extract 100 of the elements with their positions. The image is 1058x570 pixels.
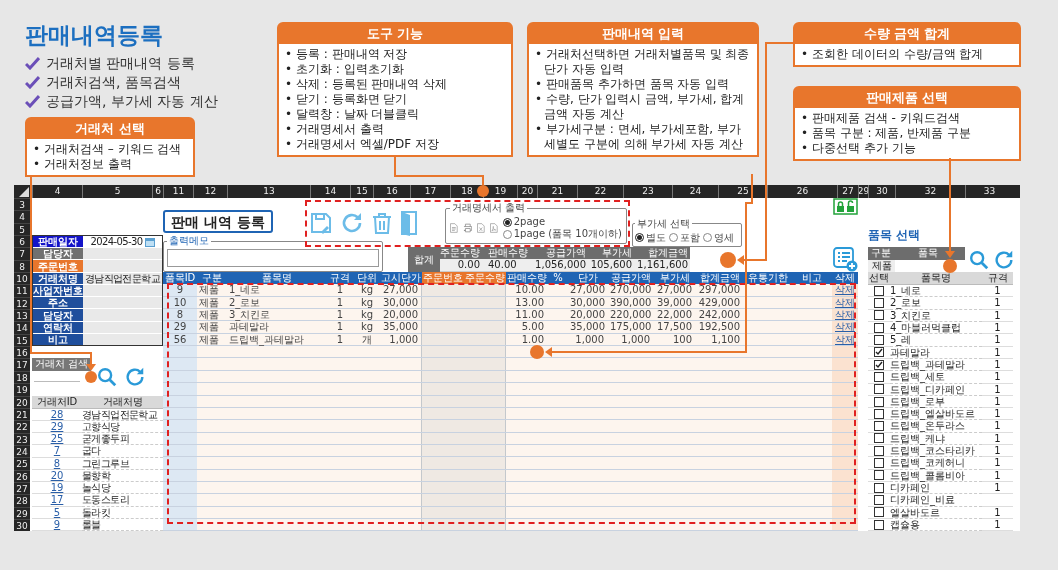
checkbox[interactable] xyxy=(874,470,884,481)
column-header[interactable]: 27 xyxy=(842,185,854,198)
checkbox[interactable] xyxy=(874,396,884,407)
radio-button[interactable] xyxy=(703,233,712,243)
column-header[interactable]: 15 xyxy=(356,185,368,198)
row-header[interactable]: 16 xyxy=(14,346,30,359)
checkbox[interactable] xyxy=(874,334,884,345)
input-field[interactable] xyxy=(83,309,162,321)
checkbox[interactable] xyxy=(874,495,884,505)
radio-button[interactable] xyxy=(502,229,512,239)
add-list-icon[interactable] xyxy=(833,247,858,273)
checkbox[interactable] xyxy=(874,408,884,419)
delete-link[interactable]: 삭제 xyxy=(835,309,855,321)
column-header[interactable]: 21 xyxy=(551,185,564,198)
client-id-link[interactable]: 9 xyxy=(53,519,61,530)
input-field[interactable] xyxy=(83,248,162,260)
table-cell: 297,000 xyxy=(696,284,744,297)
input-field[interactable] xyxy=(83,321,162,333)
delete-link[interactable]: 삭제 xyxy=(835,333,855,345)
column-header[interactable]: 12 xyxy=(204,185,217,198)
delete-link[interactable]: 삭제 xyxy=(835,284,855,296)
table-cell: 1,000 xyxy=(380,333,422,347)
client-id-link[interactable]: 28 xyxy=(50,408,64,420)
column-header[interactable]: 11 xyxy=(172,185,185,198)
column-header[interactable]: 24 xyxy=(689,185,702,198)
row-header[interactable]: 4 xyxy=(14,210,30,223)
column-header[interactable]: 22 xyxy=(594,185,607,198)
row-header[interactable]: 25 xyxy=(14,457,30,470)
radio-button[interactable] xyxy=(669,233,678,243)
row-header[interactable]: 7 xyxy=(14,247,30,260)
client-id-link[interactable]: 8 xyxy=(53,457,61,469)
column-header[interactable]: 14 xyxy=(324,185,337,198)
memo-field[interactable] xyxy=(167,248,379,267)
client-id-link[interactable]: 7 xyxy=(53,445,61,457)
column-header[interactable]: 20 xyxy=(521,185,534,198)
row-header[interactable]: 6 xyxy=(14,235,30,248)
search-icon[interactable] xyxy=(968,248,990,271)
row-header[interactable]: 10 xyxy=(14,272,30,285)
client-id-link[interactable]: 5 xyxy=(53,506,61,518)
column-header[interactable]: 16 xyxy=(386,185,398,198)
row-header[interactable]: 22 xyxy=(14,420,30,433)
input-field[interactable] xyxy=(83,260,162,272)
column-header[interactable]: 13 xyxy=(263,185,275,198)
checkbox[interactable] xyxy=(874,519,884,530)
refresh-icon[interactable] xyxy=(993,248,1015,271)
column-header[interactable]: 29 xyxy=(859,185,868,198)
client-id-link[interactable]: 29 xyxy=(50,420,64,432)
row-header[interactable]: 14 xyxy=(14,321,30,334)
column-header[interactable]: 32 xyxy=(924,185,937,198)
column-header: 품목명 xyxy=(890,272,982,286)
radio-button[interactable] xyxy=(502,217,512,227)
row-header[interactable]: 17 xyxy=(14,358,30,371)
column-header[interactable]: 33 xyxy=(983,185,996,198)
input-field[interactable]: 경남직업전문학교 xyxy=(83,272,162,284)
column-header[interactable]: 4 xyxy=(54,185,61,198)
checkbox[interactable] xyxy=(874,507,884,518)
checkbox[interactable] xyxy=(874,445,884,456)
checkbox[interactable] xyxy=(874,310,884,321)
checkbox[interactable] xyxy=(874,322,884,333)
client-id-link[interactable]: 20 xyxy=(50,469,64,481)
row-header[interactable]: 28 xyxy=(14,494,30,507)
table-cell: 175,000 xyxy=(608,321,654,334)
column-header[interactable]: 30 xyxy=(876,185,888,198)
refresh-icon[interactable] xyxy=(124,366,146,388)
input-field[interactable] xyxy=(83,333,162,346)
checkbox[interactable] xyxy=(874,347,884,358)
row-header[interactable]: 11 xyxy=(14,284,30,297)
row-header[interactable]: 13 xyxy=(14,309,30,322)
checkbox[interactable] xyxy=(874,482,884,493)
column-header[interactable]: 26 xyxy=(796,185,809,198)
column-header[interactable]: 19 xyxy=(494,185,507,198)
checkbox[interactable] xyxy=(874,298,884,308)
checkbox[interactable] xyxy=(874,421,884,432)
checkbox[interactable] xyxy=(874,458,884,469)
search-icon[interactable] xyxy=(96,366,118,388)
delete-link[interactable]: 삭제 xyxy=(835,321,855,333)
column-header[interactable]: 5 xyxy=(114,185,121,198)
input-field[interactable] xyxy=(83,284,162,297)
checkbox[interactable] xyxy=(874,384,884,395)
column-header[interactable]: 17 xyxy=(424,185,437,198)
checkbox[interactable] xyxy=(874,371,884,382)
client-id-link[interactable]: 25 xyxy=(50,433,64,445)
checkbox[interactable] xyxy=(874,433,884,444)
client-id-link[interactable]: 17 xyxy=(50,494,64,506)
column-header[interactable]: 6 xyxy=(155,185,161,198)
row-header[interactable]: 3 xyxy=(14,198,30,211)
checkbox[interactable] xyxy=(874,285,884,296)
radio-button[interactable] xyxy=(635,233,644,243)
column-header[interactable]: 23 xyxy=(642,185,654,198)
row-header[interactable]: 19 xyxy=(14,383,30,396)
column-header[interactable]: 18 xyxy=(461,185,473,198)
callout-item: • 판매품목 추가하면 품목 자동 입력 xyxy=(535,77,731,92)
column-header[interactable]: 25 xyxy=(737,185,749,198)
input-field[interactable] xyxy=(83,297,162,309)
column-header: 거래처명 xyxy=(82,395,163,409)
lock-icon[interactable] xyxy=(833,198,858,215)
calendar-icon[interactable] xyxy=(144,236,155,247)
client-id-link[interactable]: 19 xyxy=(50,482,64,494)
delete-link[interactable]: 삭제 xyxy=(835,296,855,308)
checkbox[interactable] xyxy=(874,359,884,370)
